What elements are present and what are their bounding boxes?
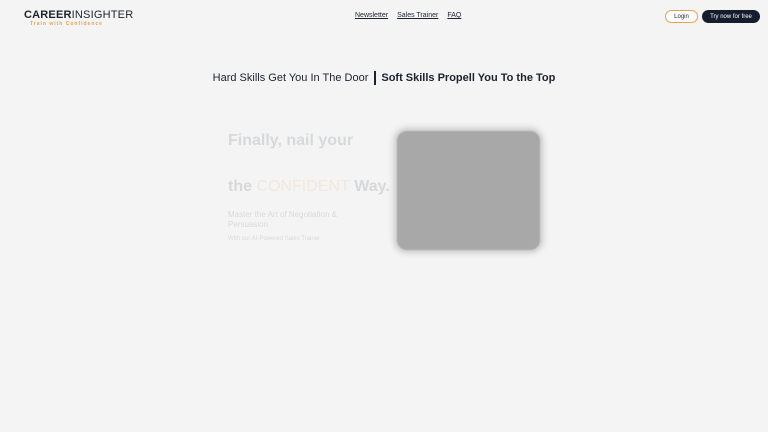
hero-line2-prefix: the — [228, 178, 257, 195]
nav-faq-link[interactable]: FAQ — [447, 12, 461, 19]
logo-tagline: Train with Confidence — [30, 21, 103, 27]
login-button[interactable]: Login — [665, 10, 698, 23]
hero-accent-word: CONFIDENT — [256, 178, 350, 195]
logo-bold: CAREER — [24, 9, 72, 21]
try-free-button[interactable]: Try now for free — [702, 10, 760, 23]
header: CAREERINSIGHTER Train with Confidence Ne… — [0, 0, 768, 32]
nav-newsletter-link[interactable]: Newsletter — [355, 12, 388, 19]
page: CAREERINSIGHTER Train with Confidence Ne… — [0, 0, 768, 432]
logo-title: CAREERINSIGHTER — [24, 9, 133, 21]
headline-divider — [374, 71, 377, 85]
logo-light: INSIGHTER — [71, 9, 134, 21]
nav-sales-trainer-link[interactable]: Sales Trainer — [397, 12, 438, 19]
hero-line2-suffix: Way. — [349, 178, 390, 195]
headline-hard-skills: Hard Skills Get You In The Door — [212, 72, 369, 84]
logo[interactable]: CAREERINSIGHTER Train with Confidence — [24, 9, 133, 27]
headline: Hard Skills Get You In The Door Soft Ski… — [0, 71, 768, 85]
hero-media-placeholder — [397, 131, 540, 250]
main-nav: Newsletter Sales Trainer FAQ — [355, 12, 461, 19]
hero-subtitle: Master the Art of Negotiation & Persuasi… — [228, 210, 337, 229]
hero-text: Finally, nail your the CONFIDENT Way. Ma… — [228, 132, 390, 242]
hero-small-text: With our AI-Powered Sales Trainer — [228, 236, 321, 242]
hero-title-line2: the CONFIDENT Way. — [228, 178, 390, 196]
hero-title-line1: Finally, nail your — [228, 132, 354, 149]
headline-soft-skills: Soft Skills Propell You To the Top — [381, 72, 556, 84]
